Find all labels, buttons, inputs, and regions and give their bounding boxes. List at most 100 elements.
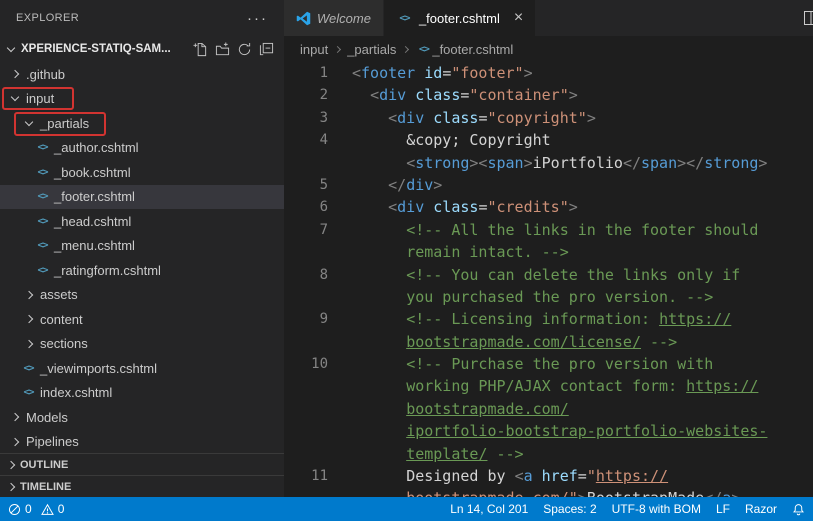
code-text[interactable]: <footer id="footer">	[352, 62, 533, 84]
breadcrumb: input _partials <> _footer.cshtml	[284, 36, 813, 62]
collapse-all-icon[interactable]	[259, 42, 274, 57]
tree-item-label: Pipelines	[26, 434, 79, 450]
tree-item-input[interactable]: input	[0, 87, 284, 112]
code-text[interactable]: </div>	[352, 174, 442, 196]
line-number: 4	[319, 132, 328, 149]
tab-label: Welcome	[317, 10, 371, 26]
code-text[interactable]: <div class="credits">	[352, 196, 578, 218]
outline-panel-header[interactable]: OUTLINE	[0, 453, 284, 475]
code-text[interactable]: <div class="copyright">	[352, 107, 596, 129]
close-icon[interactable]: ×	[514, 10, 523, 26]
code-text[interactable]: Designed by <a href="https://	[352, 465, 668, 487]
tree-item-Pipelines[interactable]: Pipelines	[0, 430, 284, 454]
breadcrumb-item[interactable]: _footer.cshtml	[432, 42, 513, 57]
eol-setting[interactable]: LF	[716, 502, 730, 516]
code-text[interactable]: <!-- Licensing information: https://	[352, 308, 731, 330]
tree-item-_author.cshtml[interactable]: <> _author.cshtml	[0, 136, 284, 161]
vscode-logo-icon	[296, 11, 311, 26]
warning-icon	[40, 503, 54, 515]
code-text[interactable]: <!-- Purchase the pro version with	[352, 353, 713, 375]
explorer-toolbar	[193, 41, 284, 57]
problems-button[interactable]: 0 0	[8, 502, 64, 516]
line-number	[284, 331, 352, 353]
tree-item-_ratingform.cshtml[interactable]: <> _ratingform.cshtml	[0, 258, 284, 283]
code-line: 9 <!-- Licensing information: https://	[284, 308, 813, 330]
code-line: bootstrapmade.com/license/ -->	[284, 331, 813, 353]
code-file-icon: <>	[418, 43, 430, 55]
code-line: 10 <!-- Purchase the pro version with	[284, 353, 813, 375]
code-line: template/ -->	[284, 443, 813, 465]
new-folder-icon[interactable]	[215, 41, 230, 57]
tree-item-sections[interactable]: sections	[0, 332, 284, 357]
new-file-icon[interactable]	[193, 42, 208, 57]
tree-item-label: assets	[40, 287, 78, 303]
timeline-panel-label: TIMELINE	[20, 480, 72, 493]
tree-item-.github[interactable]: .github	[0, 62, 284, 87]
encoding-setting[interactable]: UTF-8 with BOM	[612, 502, 701, 516]
indentation-setting[interactable]: Spaces: 2	[543, 502, 596, 516]
code-text[interactable]: <!-- All the links in the footer should	[352, 219, 758, 241]
refresh-icon[interactable]	[237, 42, 252, 57]
tree-item-label: _footer.cshtml	[54, 189, 135, 205]
language-mode[interactable]: Razor	[745, 502, 777, 516]
code-text[interactable]: bootstrapmade.com/license/ -->	[352, 331, 677, 353]
chevron-right-icon	[6, 460, 16, 469]
breadcrumb-item[interactable]: _partials	[347, 42, 396, 57]
line-number: 1	[319, 65, 328, 81]
tab-label: _footer.cshtml	[418, 10, 500, 26]
tree-item-content[interactable]: content	[0, 307, 284, 332]
code-file-icon: <>	[23, 362, 34, 374]
chevron-right-icon	[402, 45, 410, 53]
timeline-panel-header[interactable]: TIMELINE	[0, 475, 284, 497]
code-text[interactable]: bootstrapmade.com/	[352, 398, 569, 420]
tree-item-assets[interactable]: assets	[0, 283, 284, 308]
explorer-header: EXPLORER ···	[0, 0, 284, 36]
cursor-position[interactable]: Ln 14, Col 201	[450, 502, 528, 516]
code-file-icon: <>	[37, 166, 48, 178]
line-number: 3	[319, 109, 328, 126]
file-tree: .github input _partials <> _author.cshtml <> _…	[0, 62, 284, 453]
tab-Welcome[interactable]: Welcome	[284, 0, 384, 36]
line-number	[284, 487, 352, 497]
more-actions-icon[interactable]: ···	[247, 11, 268, 26]
tree-item-label: _viewimports.cshtml	[40, 360, 158, 376]
tree-item-Models[interactable]: Models	[0, 405, 284, 430]
tree-item-label: Models	[26, 409, 68, 425]
chevron-right-icon	[6, 482, 16, 491]
code-text[interactable]: <strong><span>iPortfolio</span></strong>	[352, 152, 767, 174]
code-line: <strong><span>iPortfolio</span></strong>	[284, 152, 813, 174]
code-text[interactable]: iportfolio-bootstrap-portfolio-websites-	[352, 420, 767, 442]
tree-item-_footer.cshtml[interactable]: <> _footer.cshtml	[0, 184, 284, 209]
breadcrumb-item[interactable]: input	[300, 42, 328, 57]
code-editor[interactable]: 1 <footer id="footer"> 2 <div class="conta…	[284, 62, 813, 497]
code-text[interactable]: working PHP/AJAX contact form: https://	[352, 375, 758, 397]
code-text[interactable]: <!-- You can delete the links only if	[352, 264, 740, 286]
code-line: bootstrapmade.com/	[284, 398, 813, 420]
code-text[interactable]: template/ -->	[352, 443, 523, 465]
notifications-bell-icon[interactable]	[792, 503, 805, 516]
split-editor-icon[interactable]	[803, 10, 813, 29]
code-line: 8 <!-- You can delete the links only if	[284, 264, 813, 286]
line-number: 11	[311, 468, 328, 485]
code-text[interactable]: bootstrapmade.com/">BootstrapMade</a>	[352, 487, 740, 497]
tab-_footer.cshtml[interactable]: <> _footer.cshtml ×	[383, 0, 537, 36]
code-text[interactable]: you purchased the pro version. -->	[352, 286, 713, 308]
workspace-header[interactable]: XPERIENCE-STATIQ-SAM...	[0, 36, 284, 62]
line-number	[284, 375, 352, 397]
tree-item-_menu.cshtml[interactable]: <> _menu.cshtml	[0, 234, 284, 259]
code-line: iportfolio-bootstrap-portfolio-websites-	[284, 420, 813, 442]
code-text[interactable]: &copy; Copyright	[352, 129, 551, 151]
tree-item-_head.cshtml[interactable]: <> _head.cshtml	[0, 209, 284, 234]
tree-item-_book.cshtml[interactable]: <> _book.cshtml	[0, 160, 284, 185]
tree-item-index.cshtml[interactable]: <> index.cshtml	[0, 381, 284, 406]
chevron-right-icon	[6, 413, 23, 422]
code-text[interactable]: remain intact. -->	[352, 241, 569, 263]
code-line: bootstrapmade.com/">BootstrapMade</a>	[284, 487, 813, 497]
code-line: working PHP/AJAX contact form: https://	[284, 375, 813, 397]
chevron-right-icon	[334, 45, 342, 53]
tab-bar: Welcome <> _footer.cshtml ×	[284, 0, 813, 36]
tree-item-_viewimports.cshtml[interactable]: <> _viewimports.cshtml	[0, 356, 284, 381]
tree-item-label: input	[26, 91, 55, 107]
code-text[interactable]: <div class="container">	[352, 84, 578, 106]
tree-item-_partials[interactable]: _partials	[0, 111, 284, 136]
